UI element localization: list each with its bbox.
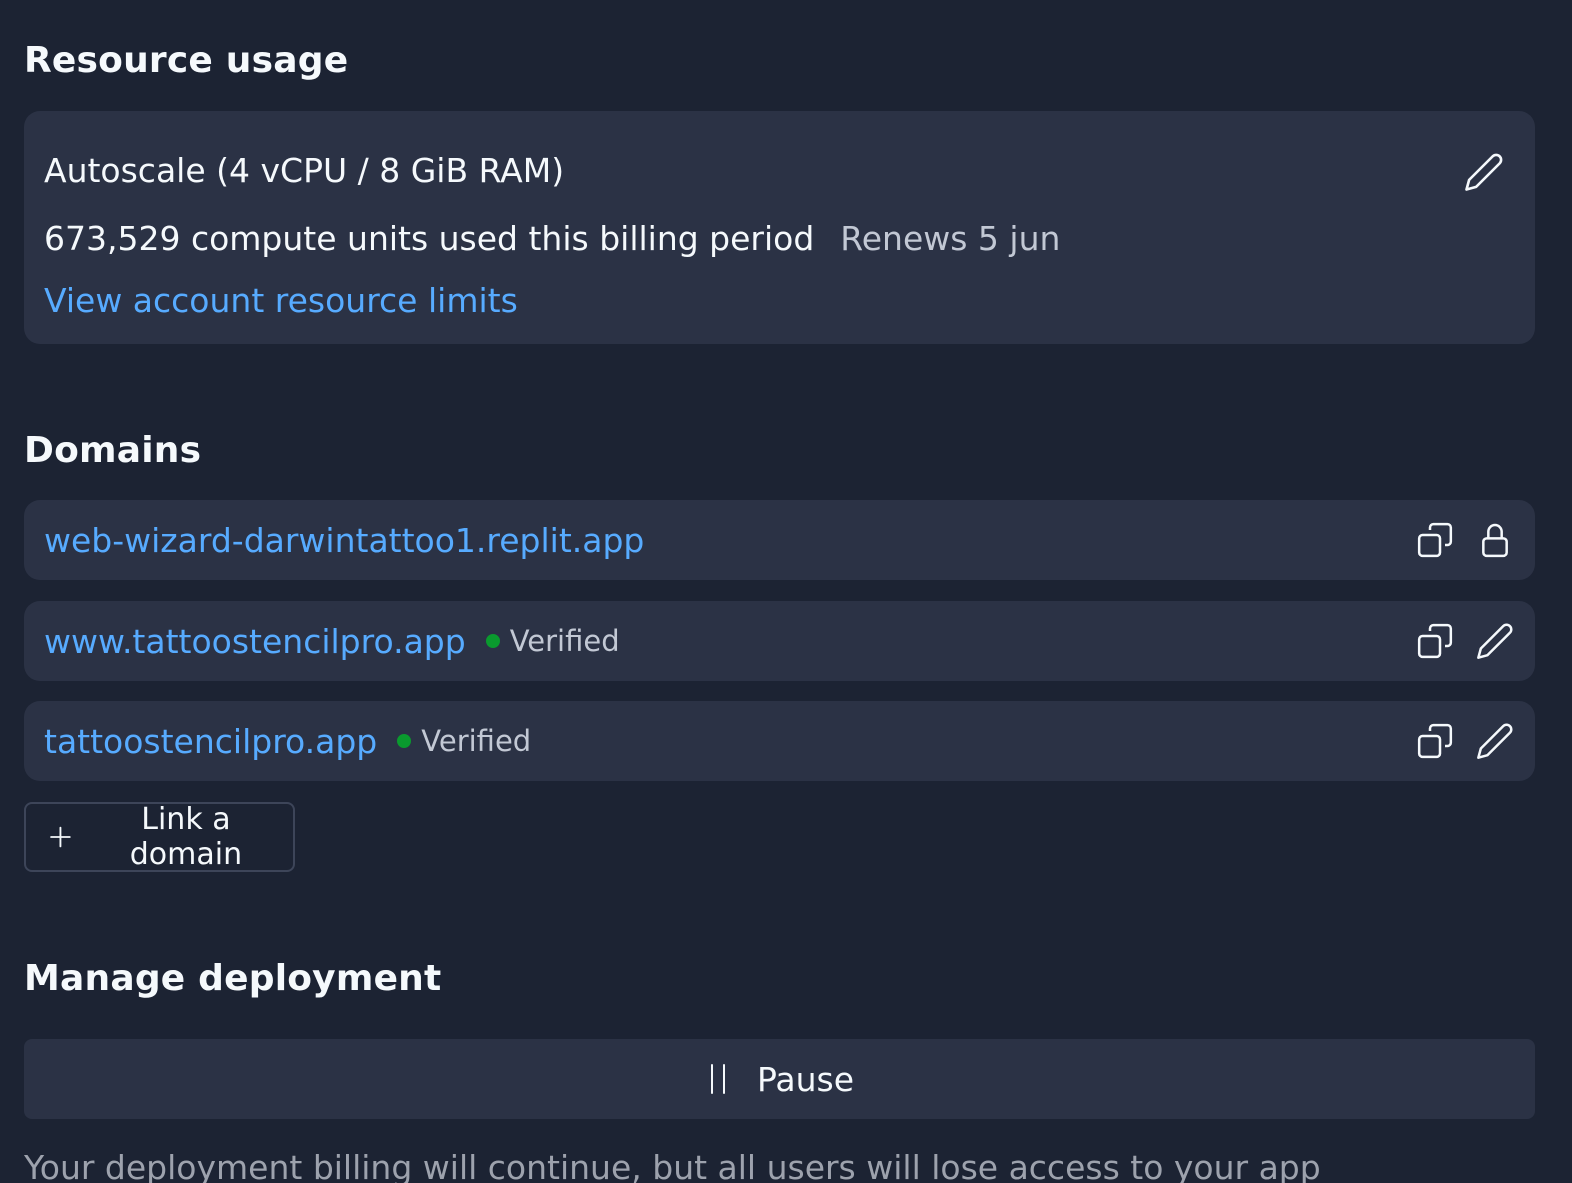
pencil-icon bbox=[1477, 723, 1513, 759]
copy-icon bbox=[1417, 522, 1453, 558]
compute-units-usage: 673,529 compute units used this billing … bbox=[44, 219, 1060, 258]
pause-label: Pause bbox=[756, 1059, 855, 1099]
copy-domain-button[interactable] bbox=[1415, 721, 1455, 761]
resource-usage-card: Autoscale (4 vCPU / 8 GiB RAM) 673,529 c… bbox=[24, 111, 1535, 344]
compute-units-text: 673,529 compute units used this billing … bbox=[44, 219, 815, 258]
domain-row: www.tattoostencilpro.app Verified bbox=[24, 601, 1535, 681]
status-text: Verified bbox=[509, 624, 620, 658]
copy-domain-button[interactable] bbox=[1415, 621, 1455, 661]
manage-deployment-heading: Manage deployment bbox=[24, 958, 442, 999]
copy-icon bbox=[1417, 623, 1453, 659]
copy-icon bbox=[1417, 723, 1453, 759]
status-text: Verified bbox=[421, 724, 532, 758]
status-dot-icon bbox=[397, 734, 412, 748]
domains-heading: Domains bbox=[24, 430, 202, 471]
domain-info: web-wizard-darwintattoo1.replit.app bbox=[44, 500, 644, 580]
domain-actions bbox=[1415, 500, 1515, 580]
pencil-icon bbox=[1477, 623, 1513, 659]
status-badge: Verified bbox=[485, 624, 620, 658]
domain-actions bbox=[1415, 701, 1515, 781]
renews-date: Renews 5 jun bbox=[840, 219, 1061, 258]
pause-icon bbox=[710, 1064, 725, 1094]
pencil-icon bbox=[1465, 153, 1503, 191]
status-badge: Verified bbox=[397, 724, 531, 758]
domain-row: web-wizard-darwintattoo1.replit.app bbox=[24, 500, 1535, 580]
plus-icon bbox=[50, 826, 71, 848]
edit-domain-button[interactable] bbox=[1475, 621, 1515, 661]
pause-warning-text: Your deployment billing will continue, b… bbox=[24, 1148, 1321, 1183]
link-domain-label: Link a domain bbox=[129, 802, 243, 872]
resource-usage-heading: Resource usage bbox=[24, 40, 349, 81]
edit-resources-button[interactable] bbox=[1463, 151, 1505, 193]
copy-domain-button[interactable] bbox=[1415, 520, 1455, 560]
link-domain-button[interactable]: Link a domain bbox=[24, 802, 295, 872]
lock-icon bbox=[1482, 523, 1508, 558]
domain-row: tattoostencilpro.app Verified bbox=[24, 701, 1535, 781]
domain-link[interactable]: www.tattoostencilpro.app bbox=[44, 622, 466, 661]
domain-link[interactable]: tattoostencilpro.app bbox=[44, 722, 377, 761]
domain-link[interactable]: web-wizard-darwintattoo1.replit.app bbox=[44, 521, 644, 560]
pause-button[interactable]: Pause bbox=[24, 1039, 1535, 1119]
status-dot-icon bbox=[485, 634, 500, 648]
view-resource-limits-link[interactable]: View account resource limits bbox=[44, 281, 518, 320]
domain-actions bbox=[1415, 601, 1515, 681]
domain-info: tattoostencilpro.app Verified bbox=[44, 701, 531, 781]
domain-info: www.tattoostencilpro.app Verified bbox=[44, 601, 620, 681]
deployment-settings-page: Resource usage Autoscale (4 vCPU / 8 GiB… bbox=[0, 0, 1572, 1183]
domain-locked-indicator bbox=[1475, 520, 1515, 560]
edit-domain-button[interactable] bbox=[1475, 721, 1515, 761]
resource-plan-text: Autoscale (4 vCPU / 8 GiB RAM) bbox=[44, 151, 565, 190]
